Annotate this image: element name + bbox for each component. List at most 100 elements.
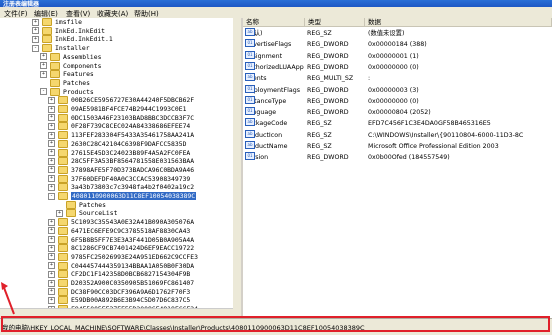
value-name: 01 AdvertiseFlags (245, 39, 291, 50)
value-type: REG_DWORD (307, 109, 349, 117)
expand-icon[interactable]: + (40, 53, 47, 61)
value-data: 0x00000184 (388) (368, 41, 427, 49)
value-name: 01 Version (245, 152, 268, 163)
column-header-name[interactable]: 名称 (243, 18, 305, 27)
value-type: REG_SZ (307, 143, 332, 150)
binary-value-icon: 01 (245, 107, 255, 116)
binary-value-icon: 01 (245, 95, 255, 104)
value-name: 01 AuthorizedLUAApp (245, 61, 304, 73)
title-bar: 注册表编辑器 (0, 0, 552, 8)
value-row[interactable]: ab(默认) REG_SZ (数值未设置) (243, 28, 552, 39)
expand-icon[interactable]: + (32, 35, 39, 43)
collapse-icon[interactable]: - (48, 192, 55, 200)
value-type: REG_DWORD (307, 63, 349, 71)
string-value-icon: ab (245, 73, 255, 82)
expand-icon[interactable]: + (40, 62, 47, 69)
values-list[interactable]: 名称 类型 数据 ab(默认) REG_SZ (数值未设置) 01AdvertiseF… (243, 18, 552, 318)
expand-icon[interactable]: + (48, 105, 55, 113)
value-row[interactable]: 01 Version REG_DWORD 0x0b00Ofed (184557549) (243, 152, 552, 163)
string-value-icon: ab (245, 118, 255, 127)
collapse-icon[interactable]: - (32, 44, 39, 52)
value-row[interactable]: 01 AdvertiseFlags REG_DWORD 0x00000184 (388… (243, 39, 552, 50)
expand-icon[interactable]: + (48, 175, 55, 183)
value-name: 01 Assignment (245, 50, 282, 62)
value-row[interactable]: 01 Assignment REG_DWORD 0x00000001 (1) (243, 50, 552, 62)
column-header-type[interactable]: 类型 (305, 18, 365, 27)
value-data: EFD7C456F1C3E4DA0GF58B465316E5 (368, 120, 491, 128)
value-data: 0x00000003 (3) (368, 86, 419, 94)
value-type: REG_SZ (307, 30, 332, 37)
expand-icon[interactable]: + (48, 149, 55, 156)
expand-icon[interactable]: + (48, 279, 55, 287)
value-type: REG_DWORD (307, 154, 349, 162)
tree-vertical-scrollbar[interactable] (233, 18, 241, 318)
value-name: ab(默认) (245, 28, 263, 39)
value-type: REG_SZ (307, 120, 332, 128)
value-type: REG_MULTI_SZ (307, 75, 354, 83)
value-data: Microsoft Office Professional Edition 20… (368, 143, 499, 150)
binary-value-icon: 01 (245, 152, 255, 161)
expand-icon[interactable]: + (48, 183, 55, 191)
expand-icon[interactable]: + (48, 236, 55, 243)
value-row[interactable]: ab PackageCode REG_SZ EFD7C456F1C3E4DA0GF58… (243, 118, 552, 129)
value-name: ab Clients (245, 73, 267, 84)
expand-icon[interactable]: + (48, 288, 55, 296)
expand-icon[interactable]: + (48, 227, 55, 235)
string-value-icon: ab (245, 129, 255, 138)
expand-icon[interactable]: + (48, 270, 55, 278)
annotation-highlight-box (1, 316, 550, 332)
expand-icon[interactable]: + (48, 157, 55, 165)
value-name: ab PackageCode (245, 118, 287, 129)
value-data: 0x0b00Ofed (184557549) (368, 154, 450, 162)
value-row[interactable]: ab ProductIcon REG_SZ C:\WINDOWS\Installer\… (243, 129, 552, 141)
value-name: 01 InstanceType (245, 95, 286, 107)
value-data: 0x00000000 (0) (368, 97, 419, 105)
value-row[interactable]: ab Clients REG_MULTI_SZ: (243, 73, 552, 84)
collapse-icon[interactable]: - (40, 88, 47, 96)
value-data: 0x00000001 (1) (368, 52, 419, 60)
value-row[interactable]: 01 InstanceType REG_DWORD 0x00000000 (0) (243, 95, 552, 107)
value-data: : (368, 75, 371, 83)
value-name: ab ProductIcon (245, 129, 282, 141)
value-row[interactable]: 01 DeploymentFlags REG_DWORD 0x00000003 (3) (243, 84, 552, 96)
value-data: (数值未设置) (368, 30, 405, 37)
expand-icon[interactable]: + (32, 18, 39, 26)
expand-icon[interactable]: + (48, 218, 55, 226)
value-data: C:\WINDOWS\Installer\{90110804-6000-11D3… (368, 131, 524, 139)
expand-icon[interactable]: + (48, 131, 55, 139)
value-type: REG_DWORD (307, 86, 349, 94)
value-row[interactable]: ab ProductName REG_SZ Microsoft Office Prof… (243, 141, 552, 152)
expand-icon[interactable]: + (48, 253, 55, 261)
value-name: 01 DeploymentFlags (245, 84, 300, 96)
expand-icon[interactable]: + (48, 96, 55, 104)
value-data: 0x00000804 (2052) (368, 109, 431, 117)
value-name: 01 Language (245, 107, 276, 118)
binary-value-icon: 01 (245, 84, 255, 93)
value-type: REG_DWORD (307, 97, 349, 105)
string-value-icon: ab (245, 28, 255, 36)
string-value-icon: ab (245, 141, 255, 149)
expand-icon[interactable]: + (40, 70, 47, 78)
value-type: REG_DWORD (307, 52, 349, 60)
value-data: 0x00000000 (0) (368, 63, 419, 71)
expand-icon[interactable]: + (48, 114, 55, 122)
value-name: ab ProductName (245, 141, 288, 152)
value-type: REG_SZ (307, 131, 332, 139)
expand-icon[interactable]: + (48, 262, 55, 270)
expand-icon[interactable]: + (48, 166, 55, 174)
binary-value-icon: 01 (245, 61, 255, 70)
expand-icon[interactable]: + (48, 296, 55, 304)
value-row[interactable]: 01 Language REG_DWORD 0x00000804 (2052) (243, 107, 552, 118)
expand-icon[interactable]: + (48, 140, 55, 148)
registry-tree[interactable]: + imsfile + InkEd.InkEdit + InkEd.InkEdit.1- I… (0, 18, 243, 318)
binary-value-icon: 01 (245, 39, 255, 48)
expand-icon[interactable]: + (32, 27, 39, 35)
expand-icon[interactable]: + (56, 209, 63, 217)
expand-icon[interactable]: + (48, 244, 55, 252)
column-header-data[interactable]: 数据 (365, 18, 552, 27)
binary-value-icon: 01 (245, 50, 255, 59)
value-row[interactable]: 01 AuthorizedLUAApp REG_DWORD 0x00000000 (0… (243, 61, 552, 73)
annotation-arrow-icon (1, 282, 15, 315)
value-type: REG_DWORD (307, 41, 349, 49)
expand-icon[interactable]: + (48, 122, 55, 130)
